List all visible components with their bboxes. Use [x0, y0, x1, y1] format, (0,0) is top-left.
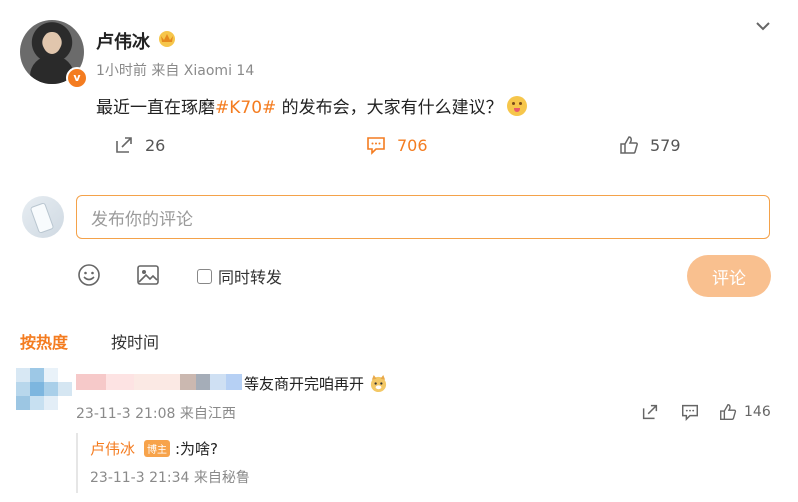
emoji-icon[interactable]	[76, 262, 102, 288]
author-badge: 博主	[144, 440, 170, 457]
verified-badge-icon: v	[66, 67, 88, 89]
comment-count: 706	[397, 135, 428, 155]
comment-text: 等友商开完咱再开	[244, 373, 388, 394]
reply-divider	[76, 433, 78, 493]
hashtag-link[interactable]: #K70#	[215, 98, 276, 118]
chevron-down-icon[interactable]	[752, 15, 774, 37]
submit-comment-button[interactable]: 评论	[687, 255, 771, 297]
repost-button[interactable]: 26	[113, 134, 165, 156]
comment-input[interactable]: 发布你的评论	[76, 195, 770, 239]
comment-like-button[interactable]: 146	[718, 402, 771, 422]
post-meta: 1小时前 来自 Xiaomi 14	[96, 63, 255, 79]
doge-emoji-icon	[370, 374, 386, 393]
post-text: 最近一直在琢磨#K70# 的发布会，大家有什么建议？	[96, 93, 527, 118]
commenter-avatar[interactable]	[16, 368, 72, 418]
post-text-before: 最近一直在琢磨	[96, 98, 215, 118]
also-repost-checkbox[interactable]	[197, 268, 212, 284]
comment-placeholder: 发布你的评论	[91, 209, 193, 230]
reply-meta: 23-11-3 21:34 来自秘鲁	[90, 470, 250, 486]
current-user-avatar	[22, 196, 64, 238]
author-name[interactable]: 卢伟冰	[96, 28, 150, 54]
like-icon	[620, 136, 638, 154]
reply-author[interactable]: 卢伟冰	[90, 438, 135, 459]
repost-count: 26	[145, 135, 166, 155]
comment-reply-button[interactable]	[680, 402, 700, 422]
crown-icon	[159, 31, 175, 47]
comment-icon	[682, 404, 698, 422]
like-count: 579	[650, 135, 681, 155]
also-repost-option[interactable]: 同时转发	[197, 264, 282, 288]
comment-meta: 23-11-3 21:08 来自江西	[76, 406, 236, 422]
reply-text: :为啥?	[175, 440, 219, 458]
drool-emoji-icon	[506, 96, 527, 116]
like-button[interactable]: 579	[618, 134, 681, 156]
repost-icon	[642, 404, 658, 420]
comment-body: 等友商开完咱再开	[244, 375, 365, 393]
comment-repost-button[interactable]	[640, 402, 660, 422]
comment-button[interactable]: 706	[365, 134, 428, 156]
comment-like-count: 146	[744, 404, 771, 420]
also-repost-label: 同时转发	[218, 268, 283, 287]
sort-by-time-tab[interactable]: 按时间	[111, 329, 159, 353]
repost-icon	[116, 137, 132, 153]
commenter-name[interactable]	[76, 374, 242, 390]
image-icon[interactable]	[135, 262, 161, 288]
comment-icon	[367, 137, 385, 155]
like-icon	[720, 404, 737, 420]
post-text-after: 的发布会，大家有什么建议？	[276, 98, 503, 118]
sort-by-hot-tab[interactable]: 按热度	[20, 329, 68, 353]
